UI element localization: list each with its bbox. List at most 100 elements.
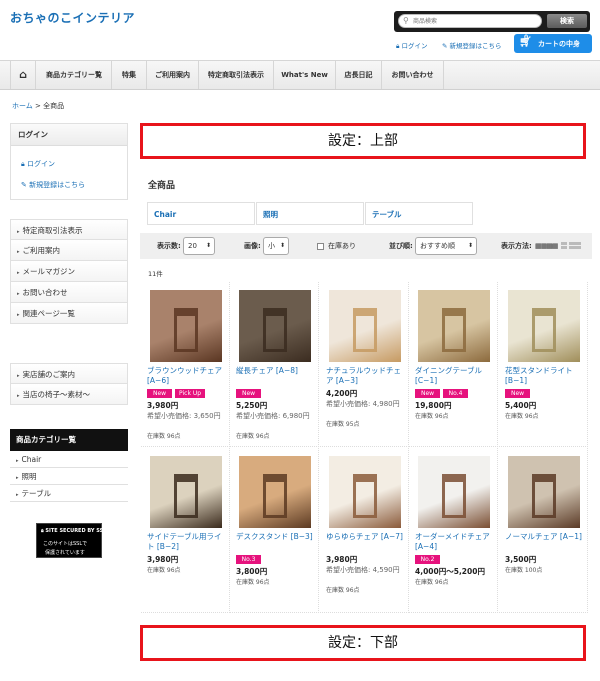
product-price: 4,200円 xyxy=(326,389,358,398)
product-name[interactable]: オーダーメイドチェア [A−4] xyxy=(415,532,497,552)
image-size-select[interactable]: 小 ⬍ xyxy=(263,237,289,255)
product-card[interactable]: ナチュラルウッドチェア [A−3] 4,200円 希望小売価格: 4,980円 在庫数… xyxy=(320,282,409,447)
product-badge: No.2 xyxy=(415,555,440,564)
product-name[interactable]: ナチュラルウッドチェア [A−3] xyxy=(326,366,408,386)
site-logo[interactable]: おちゃのこインテリア xyxy=(10,9,135,26)
product-name[interactable]: デスクスタンド [B−3] xyxy=(236,532,318,542)
product-name[interactable]: ブラウンウッドチェア [A−6] xyxy=(147,366,229,386)
settings-top[interactable]: 設定：上部 xyxy=(140,123,586,159)
header-register-link[interactable]: ✎ 新規登録はこちら xyxy=(442,40,502,50)
product-image[interactable] xyxy=(418,290,490,362)
header-login-link[interactable]: 🔒︎ ログイン xyxy=(396,40,428,51)
breadcrumb-current: 全商品 xyxy=(43,102,65,110)
sidebar-category-chair[interactable]: Chair xyxy=(10,451,128,468)
sidebar-links-1: 特定商取引法表示 ご利用案内 メールマガジン お問い合わせ 関連ページ一覧 xyxy=(10,219,128,324)
tab-table[interactable]: テーブル xyxy=(365,202,473,225)
sidebar-register-label: 新規登録はこちら xyxy=(29,181,86,189)
pencil-icon: ✎ xyxy=(21,181,27,189)
search-button[interactable]: 検索 xyxy=(547,14,587,28)
product-card[interactable]: 縦長チェア [A−8] New 5,250円 希望小売価格: 6,980円 在庫数 96… xyxy=(230,282,319,447)
sort-order-select[interactable]: おすすめ順 ⬍ xyxy=(415,237,477,255)
sidebar-item-related-pages[interactable]: 関連ページ一覧 xyxy=(10,303,128,324)
sidebar-item-guide[interactable]: ご利用案内 xyxy=(10,240,128,261)
nav-item-feature[interactable]: 特集 xyxy=(112,61,147,89)
product-price: 3,500円 xyxy=(505,555,537,564)
cart-button[interactable]: 🛒︎ 0 カートの中身 xyxy=(514,34,592,53)
display-count-select[interactable]: 20 ⬍ xyxy=(183,237,215,255)
product-name[interactable]: 花型スタンドライト [B−1] xyxy=(505,366,587,386)
sidebar-item-contact[interactable]: お問い合わせ xyxy=(10,282,128,303)
sidebar-category-lighting[interactable]: 照明 xyxy=(10,468,128,485)
sort-order-value: おすすめ順 xyxy=(420,242,455,250)
product-shape xyxy=(174,308,198,352)
product-name[interactable]: ダイニングテーブル [C−1] xyxy=(415,366,497,386)
product-card[interactable]: ダイニングテーブル [C−1] New No.4 19,800円 在庫数 96点 xyxy=(409,282,498,447)
product-msrp: 希望小売価格: 4,590円 xyxy=(326,566,400,574)
tab-chair[interactable]: Chair xyxy=(147,202,255,225)
product-badge: Pick Up xyxy=(175,389,206,398)
nav-item-diary[interactable]: 店長日記 xyxy=(336,61,382,89)
product-name[interactable]: ノーマルチェア [A−1] xyxy=(505,532,587,542)
search-text[interactable] xyxy=(413,16,537,26)
product-card[interactable]: ゆらゆらチェア [A−7] 3,980円 希望小売価格: 4,590円 在庫数 96点 xyxy=(320,448,409,613)
product-name[interactable]: ゆらゆらチェア [A−7] xyxy=(326,532,408,542)
nav-item-contact[interactable]: お問い合わせ xyxy=(382,61,444,89)
display-count-value: 20 xyxy=(188,242,197,250)
settings-bottom[interactable]: 設定：下部 xyxy=(140,625,586,661)
list-view-icon[interactable] xyxy=(561,242,581,250)
product-image[interactable] xyxy=(329,456,401,528)
product-image[interactable] xyxy=(239,290,311,362)
product-image[interactable] xyxy=(508,456,580,528)
nav-item-legal[interactable]: 特定商取引法表示 xyxy=(199,61,274,89)
product-card[interactable]: デスクスタンド [B−3] No.3 3,800円 在庫数 96点 xyxy=(230,448,319,613)
product-stock: 在庫数 96点 xyxy=(147,433,181,440)
in-stock-checkbox[interactable] xyxy=(317,243,324,250)
product-stock: 在庫数 96点 xyxy=(326,587,360,594)
product-card[interactable]: ノーマルチェア [A−1] 3,500円 在庫数 100点 xyxy=(499,448,588,613)
in-stock-label[interactable]: 在庫あり xyxy=(328,241,356,251)
sidebar-login-link[interactable]: 🔒︎ ログイン xyxy=(21,159,55,169)
product-stock: 在庫数 96点 xyxy=(236,579,270,586)
product-image[interactable] xyxy=(329,290,401,362)
product-shape xyxy=(263,474,287,518)
product-name[interactable]: サイドテーブル用ライト [B−2] xyxy=(147,532,229,552)
sidebar-register-link[interactable]: ✎ 新規登録はこちら xyxy=(21,180,85,190)
product-image[interactable] xyxy=(418,456,490,528)
list-view-bar xyxy=(561,242,567,245)
nav-item-whats-new[interactable]: What's New xyxy=(274,61,336,89)
page-title: 全商品 xyxy=(148,181,176,191)
product-image[interactable] xyxy=(150,290,222,362)
product-name[interactable]: 縦長チェア [A−8] xyxy=(236,366,318,376)
breadcrumb: ホーム > 全商品 xyxy=(12,101,64,111)
sidebar-item-materials[interactable]: 当店の椅子〜素材〜 xyxy=(10,384,128,405)
product-card[interactable]: サイドテーブル用ライト [B−2] 3,980円 在庫数 96点 xyxy=(141,448,230,613)
sidebar-category-table[interactable]: テーブル xyxy=(10,485,128,502)
product-stock: 在庫数 96点 xyxy=(415,413,449,420)
search-input[interactable]: ⚲ xyxy=(398,14,542,28)
product-stock: 在庫数 96点 xyxy=(415,579,449,586)
product-image[interactable] xyxy=(508,290,580,362)
sidebar-item-legal[interactable]: 特定商取引法表示 xyxy=(10,219,128,240)
product-price: 5,250円 xyxy=(236,401,268,410)
nav-item-guide[interactable]: ご利用案内 xyxy=(147,61,199,89)
product-price: 3,980円 xyxy=(147,401,179,410)
product-card[interactable]: オーダーメイドチェア [A−4] No.2 4,000円〜5,200円 在庫数 96点 xyxy=(409,448,498,613)
list-view-bar xyxy=(561,246,567,249)
sidebar-login-box: ログイン 🔒︎ ログイン ✎ 新規登録はこちら xyxy=(10,123,128,200)
product-badges: No.2 xyxy=(415,554,443,564)
product-image[interactable] xyxy=(239,456,311,528)
nav-home[interactable]: ⌂ xyxy=(10,61,36,89)
product-card[interactable]: ブラウンウッドチェア [A−6] New Pick Up 3,980円 希望小売価格: … xyxy=(141,282,230,447)
product-image[interactable] xyxy=(150,456,222,528)
product-card[interactable]: 花型スタンドライト [B−1] New 5,400円 在庫数 96点 xyxy=(499,282,588,447)
product-badge: New xyxy=(236,389,261,398)
nav-item-categories[interactable]: 商品カテゴリー覧 xyxy=(37,61,112,89)
sidebar-item-store-info[interactable]: 実店舗のご案内 xyxy=(10,363,128,384)
lock-icon: 🔒︎ xyxy=(21,160,25,168)
grid-view-icon[interactable]: ▦▦▦▦ xyxy=(535,242,558,250)
lock-icon: 🔒︎ xyxy=(396,42,400,50)
breadcrumb-home[interactable]: ホーム xyxy=(12,102,33,110)
image-size-value: 小 xyxy=(268,242,275,250)
sidebar-item-mail-magazine[interactable]: メールマガジン xyxy=(10,261,128,282)
tab-lighting[interactable]: 照明 xyxy=(256,202,364,225)
